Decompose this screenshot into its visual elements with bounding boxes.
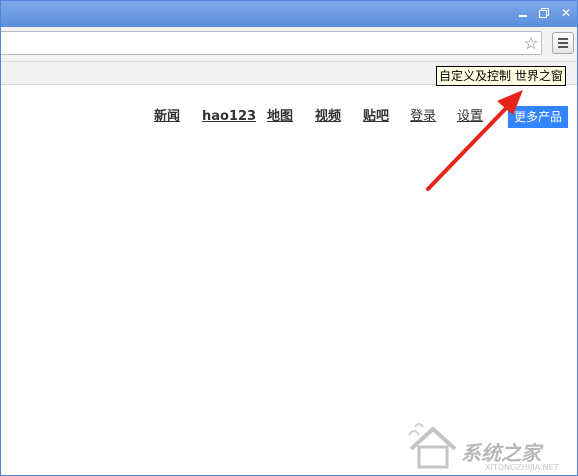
menu-tooltip: 自定义及控制 世界之窗	[436, 66, 566, 86]
nav-link-hao123[interactable]: hao123	[202, 107, 256, 127]
top-nav: 新闻 hao123 地图 视频 贴吧 登录 设置	[1, 107, 577, 131]
restore-icon[interactable]	[536, 5, 552, 21]
nav-link-map[interactable]: 地图	[267, 107, 293, 127]
nav-link-video[interactable]: 视频	[315, 107, 341, 127]
browser-toolbar: ☆	[1, 27, 577, 62]
hamburger-menu-icon-line	[558, 42, 568, 44]
nav-link-settings[interactable]: 设置	[457, 107, 483, 127]
watermark-logo: 系统之家 XITONGZHIJIA.NET	[405, 415, 575, 473]
watermark-text: 系统之家	[461, 441, 541, 465]
hamburger-menu-icon-line	[558, 46, 568, 48]
bookmark-star-icon[interactable]: ☆	[522, 35, 540, 53]
nav-link-login[interactable]: 登录	[410, 107, 436, 127]
title-bar[interactable]: ✕	[1, 1, 577, 27]
watermark-house-icon	[408, 423, 457, 469]
browser-window: ✕ ☆ 自定义及控制 世界之窗 新闻 hao123 地图 视频 贴吧 登录 设置…	[0, 0, 578, 476]
nav-link-tieba[interactable]: 贴吧	[363, 107, 389, 127]
minimize-icon[interactable]	[515, 5, 531, 21]
nav-link-news[interactable]: 新闻	[154, 107, 180, 127]
close-icon[interactable]: ✕	[558, 5, 574, 21]
watermark-subtext: XITONGZHIJIA.NET	[485, 463, 559, 472]
more-products-button[interactable]: 更多产品	[508, 106, 568, 128]
address-bar[interactable]: ☆	[1, 31, 542, 55]
menu-button[interactable]	[552, 32, 574, 54]
hamburger-menu-icon	[558, 38, 568, 40]
